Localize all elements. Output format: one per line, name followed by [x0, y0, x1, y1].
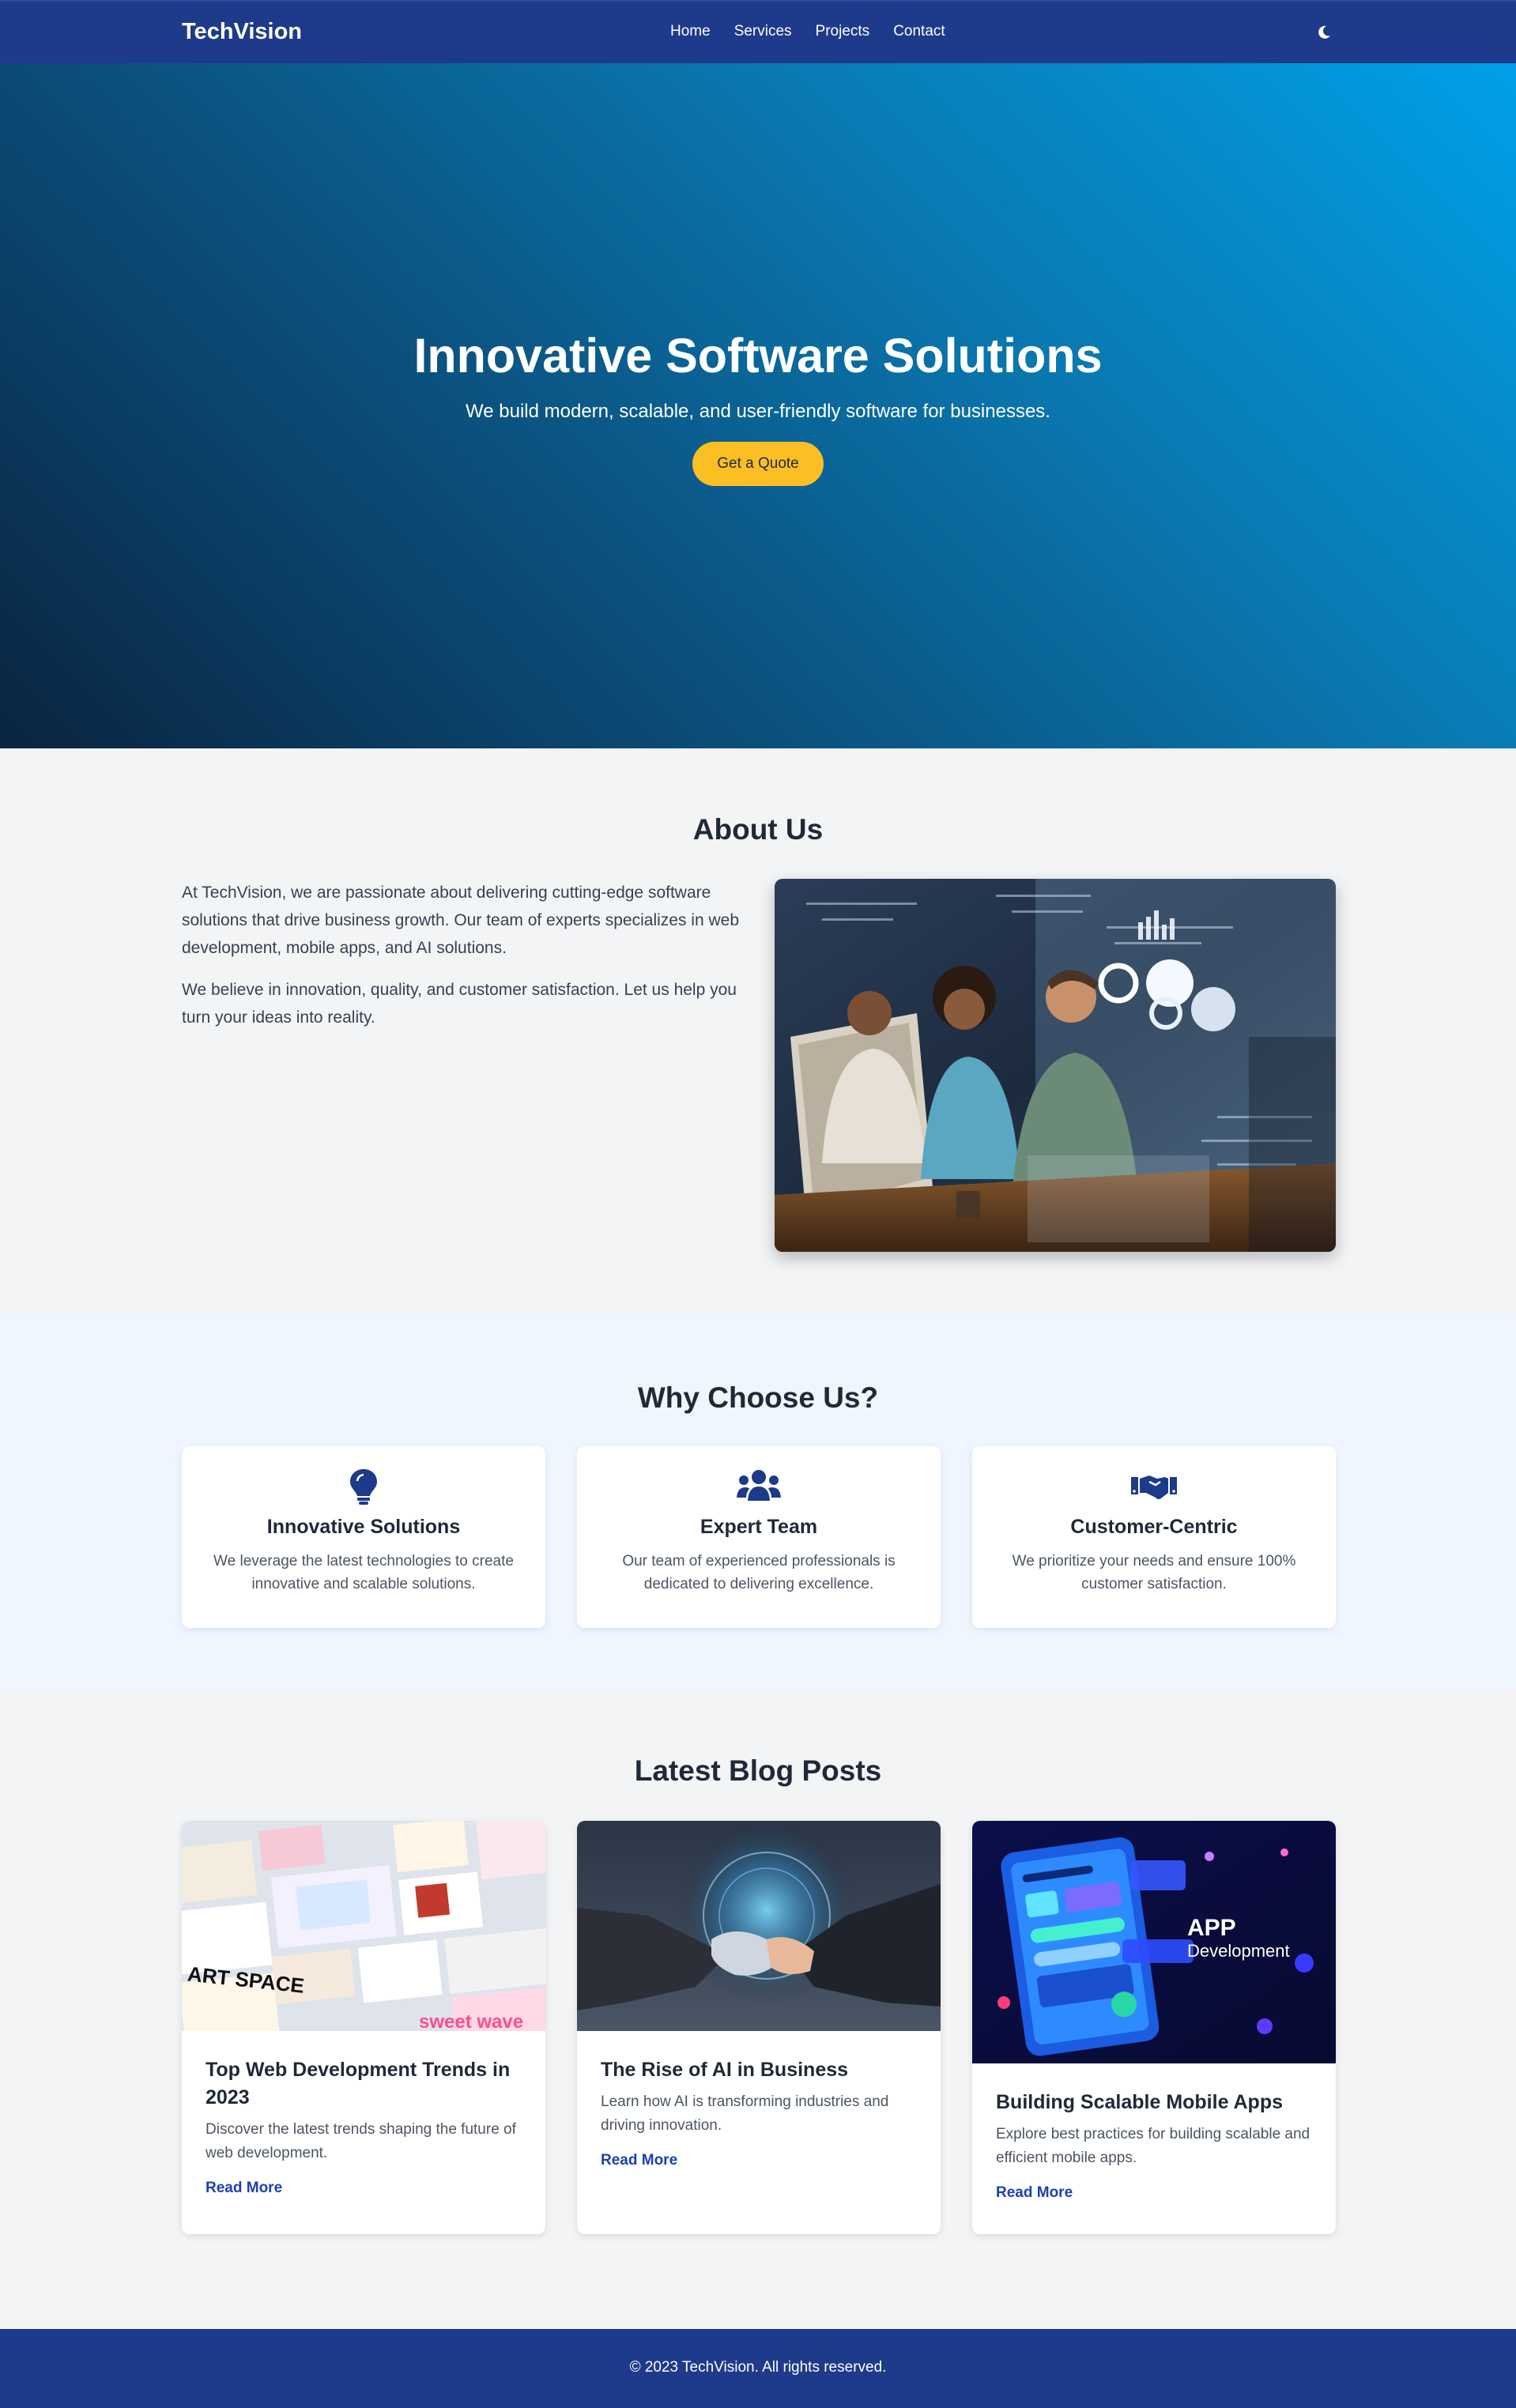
feature-title: Customer-Centric — [1070, 1516, 1238, 1538]
hero-title: Innovative Software Solutions — [413, 329, 1103, 382]
about-title: About Us — [692, 813, 824, 846]
blog-post-card[interactable]: APP Development Building Scalable Mobile… — [972, 1821, 1336, 2234]
blog-post-title[interactable]: The Rise of AI in Business — [601, 2056, 917, 2084]
nav-links: Home Services Projects Contact — [670, 23, 945, 40]
lightbulb-icon — [350, 1469, 377, 1505]
footer: © 2023 TechVision. All rights reserved. — [0, 2329, 1516, 2408]
read-more-link[interactable]: Read More — [601, 2152, 677, 2169]
blog-post-card[interactable]: ART SPACE sweet wave Top Web Development… — [182, 1821, 545, 2234]
feature-title: Innovative Solutions — [266, 1516, 461, 1538]
nav-link-projects[interactable]: Projects — [816, 23, 870, 40]
feature-description: We prioritize your needs and ensure 100%… — [1012, 1553, 1296, 1592]
blog-post-image: ART SPACE sweet wave — [182, 1821, 545, 2031]
moon-icon — [1318, 25, 1330, 39]
about-paragraph: At TechVision, we are passionate about d… — [182, 884, 740, 957]
app-label: APP — [1187, 1915, 1236, 1941]
hero-subtitle: We build modern, scalable, and user-frie… — [466, 401, 1050, 422]
hero-section: Innovative Software Solutions We build m… — [0, 63, 1516, 748]
feature-description: Our team of experienced professionals is… — [622, 1553, 896, 1592]
blog-title: Latest Blog Posts — [634, 1754, 882, 1787]
theme-toggle-button[interactable] — [1314, 22, 1334, 43]
nav-link-home[interactable]: Home — [670, 23, 711, 40]
feature-card: Expert Team Our team of experienced prof… — [577, 1446, 941, 1628]
blog-post-card[interactable]: The Rise of AI in Business Learn how AI … — [577, 1821, 941, 2234]
why-choose-us-section: Why Choose Us? Innovative Solutions We l… — [0, 1314, 1516, 1691]
nav-link-services[interactable]: Services — [734, 23, 792, 40]
copyright-text: © 2023 TechVision. All rights reserved. — [629, 2359, 887, 2376]
users-icon — [737, 1470, 781, 1501]
about-text: At TechVision, we are passionate about d… — [182, 879, 751, 1031]
feature-description: We leverage the latest technologies to c… — [213, 1553, 514, 1592]
development-label: Development — [1187, 1941, 1290, 1961]
blog-section: Latest Blog Posts ART SPACE sweet wave T… — [0, 1691, 1516, 2329]
blog-post-description: Learn how AI is transforming industries … — [601, 2093, 889, 2134]
why-title: Why Choose Us? — [637, 1381, 879, 1414]
about-paragraph: We believe in innovation, quality, and c… — [182, 981, 737, 1027]
blog-post-description: Explore best practices for building scal… — [996, 2126, 1310, 2166]
nav-link-contact[interactable]: Contact — [893, 23, 945, 40]
feature-card: Innovative Solutions We leverage the lat… — [182, 1446, 545, 1628]
read-more-link[interactable]: Read More — [206, 2180, 282, 2197]
blog-posts-list: ART SPACE sweet wave Top Web Development… — [182, 1821, 1336, 2234]
top-navbar: TechVision Home Services Projects Contac… — [0, 0, 1516, 63]
feature-title: Expert Team — [700, 1516, 818, 1538]
sweet-wave-label: sweet wave — [419, 2011, 523, 2031]
about-section: About Us At TechVision, we are passionat… — [0, 748, 1516, 1314]
brand-logo[interactable]: TechVision — [182, 19, 302, 45]
get-quote-button[interactable]: Get a Quote — [692, 442, 824, 486]
handshake-icon — [1131, 1475, 1177, 1499]
feature-card: Customer-Centric We prioritize your need… — [972, 1446, 1336, 1628]
features-list: Innovative Solutions We leverage the lat… — [182, 1446, 1336, 1628]
blog-post-image: APP Development — [972, 1821, 1336, 2063]
blog-post-title[interactable]: Building Scalable Mobile Apps — [996, 2089, 1312, 2116]
blog-post-title[interactable]: Top Web Development Trends in 2023 — [206, 2056, 522, 2112]
about-team-image — [775, 879, 1336, 1252]
blog-post-description: Discover the latest trends shaping the f… — [206, 2121, 516, 2161]
blog-post-image — [577, 1821, 941, 2031]
read-more-link[interactable]: Read More — [996, 2184, 1073, 2202]
